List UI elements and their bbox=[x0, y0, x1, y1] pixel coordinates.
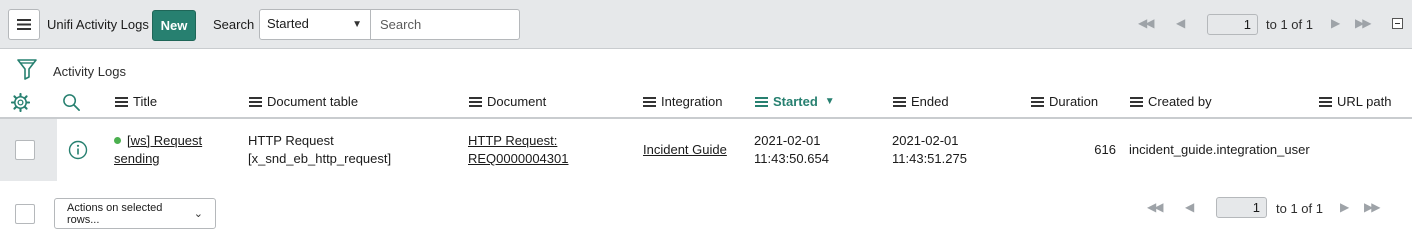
column-header-duration[interactable]: Duration bbox=[1031, 94, 1098, 109]
footer-next-page-icon[interactable]: ▶ bbox=[1340, 200, 1349, 214]
search-field-select[interactable]: Started ▼ bbox=[259, 9, 371, 40]
column-menu-icon bbox=[249, 96, 262, 107]
document-table-line1: HTTP Request bbox=[248, 133, 334, 148]
cell-created-by: incident_guide.integration_user bbox=[1129, 142, 1310, 157]
column-header-document-table[interactable]: Document table bbox=[249, 94, 358, 109]
search-label: Search bbox=[213, 17, 255, 32]
ended-time: 11:43:51.275 bbox=[892, 151, 967, 166]
cell-ended: 2021-02-01 11:43:51.275 bbox=[892, 132, 967, 168]
footer-page-number-input[interactable] bbox=[1216, 197, 1267, 218]
document-line1: HTTP Request: bbox=[468, 133, 558, 148]
column-header-label: Started bbox=[773, 94, 818, 109]
search-icon[interactable] bbox=[62, 93, 81, 112]
column-menu-icon bbox=[115, 96, 128, 107]
column-header-ended[interactable]: Ended bbox=[893, 94, 949, 109]
row-checkbox[interactable] bbox=[15, 140, 35, 160]
last-page-icon[interactable]: ▶▶ bbox=[1355, 16, 1372, 30]
hamburger-icon bbox=[17, 19, 31, 30]
next-page-icon[interactable]: ▶ bbox=[1331, 16, 1340, 30]
column-header-label: Document table bbox=[267, 94, 359, 109]
list-menu-button[interactable] bbox=[8, 9, 40, 40]
column-menu-icon bbox=[755, 96, 768, 107]
started-time: 11:43:50.654 bbox=[754, 151, 829, 166]
cell-integration-link[interactable]: Incident Guide bbox=[643, 141, 727, 159]
column-header-url-path[interactable]: URL path bbox=[1319, 94, 1391, 109]
search-field-value: Started bbox=[267, 16, 309, 31]
previous-page-icon[interactable]: ◀ bbox=[1176, 16, 1185, 30]
ended-date: 2021-02-01 bbox=[892, 133, 959, 148]
column-header-title[interactable]: Title bbox=[115, 94, 157, 109]
caret-down-icon: ▼ bbox=[352, 19, 362, 30]
column-menu-icon bbox=[643, 96, 656, 107]
page-range-text: to 1 of 1 bbox=[1266, 17, 1313, 32]
new-button[interactable]: New bbox=[152, 10, 196, 41]
column-header-started[interactable]: Started ▼ bbox=[755, 94, 835, 109]
footer-page-range-text: to 1 of 1 bbox=[1276, 201, 1323, 216]
column-menu-icon bbox=[1319, 96, 1332, 107]
footer-first-page-icon[interactable]: ◀◀ bbox=[1147, 200, 1164, 214]
cell-document-table: HTTP Request [x_snd_eb_http_request] bbox=[248, 132, 391, 168]
first-page-icon[interactable]: ◀◀ bbox=[1138, 16, 1155, 30]
cell-document-link[interactable]: HTTP Request: REQ0000004301 bbox=[468, 132, 568, 168]
column-menu-icon bbox=[1130, 96, 1143, 107]
document-line2: REQ0000004301 bbox=[468, 151, 569, 166]
breadcrumb[interactable]: Activity Logs bbox=[53, 64, 126, 79]
column-menu-icon bbox=[893, 96, 906, 107]
column-header-label: Title bbox=[133, 94, 158, 109]
document-table-line2: [x_snd_eb_http_request] bbox=[248, 151, 392, 166]
column-header-document[interactable]: Document bbox=[469, 94, 546, 109]
chevron-down-icon: ⌄ bbox=[193, 208, 203, 220]
info-icon[interactable] bbox=[68, 140, 88, 160]
select-all-checkbox[interactable] bbox=[15, 204, 35, 224]
cell-started: 2021-02-01 11:43:50.654 bbox=[754, 132, 829, 168]
table-row: [ws] Request sending HTTP Request [x_snd… bbox=[0, 119, 1412, 181]
status-indicator bbox=[114, 137, 121, 144]
column-header-label: Created by bbox=[1148, 94, 1212, 109]
column-header-label: Duration bbox=[1049, 94, 1099, 109]
page-number-input[interactable] bbox=[1207, 14, 1258, 35]
gear-icon[interactable] bbox=[11, 93, 30, 112]
sort-descending-icon: ▼ bbox=[824, 96, 835, 107]
actions-select-value: Actions on selected rows... bbox=[67, 201, 163, 226]
list-header: Unifi Activity Logs New Search Started ▼… bbox=[0, 0, 1412, 49]
row-select-cell bbox=[0, 119, 57, 181]
column-header-created-by[interactable]: Created by bbox=[1130, 94, 1212, 109]
cell-duration: 616 bbox=[1094, 142, 1116, 157]
title-link-line1[interactable]: [ws] Request bbox=[127, 133, 202, 148]
column-header-integration[interactable]: Integration bbox=[643, 94, 722, 109]
collapse-icon[interactable] bbox=[1392, 18, 1403, 29]
footer-last-page-icon[interactable]: ▶▶ bbox=[1364, 200, 1381, 214]
column-header-label: Ended bbox=[911, 94, 949, 109]
column-header-label: URL path bbox=[1337, 94, 1392, 109]
column-menu-icon bbox=[469, 96, 482, 107]
funnel-icon[interactable] bbox=[17, 58, 37, 80]
list-title: Unifi Activity Logs bbox=[47, 17, 149, 32]
column-menu-icon bbox=[1031, 96, 1044, 107]
search-input[interactable] bbox=[370, 9, 520, 40]
column-header-label: Integration bbox=[661, 94, 723, 109]
title-link-line2[interactable]: sending bbox=[114, 151, 160, 166]
footer-previous-page-icon[interactable]: ◀ bbox=[1185, 200, 1194, 214]
cell-title: [ws] Request sending bbox=[114, 132, 202, 168]
actions-select[interactable]: Actions on selected rows... ⌄ bbox=[54, 198, 216, 229]
started-date: 2021-02-01 bbox=[754, 133, 821, 148]
column-header-label: Document bbox=[487, 94, 547, 109]
